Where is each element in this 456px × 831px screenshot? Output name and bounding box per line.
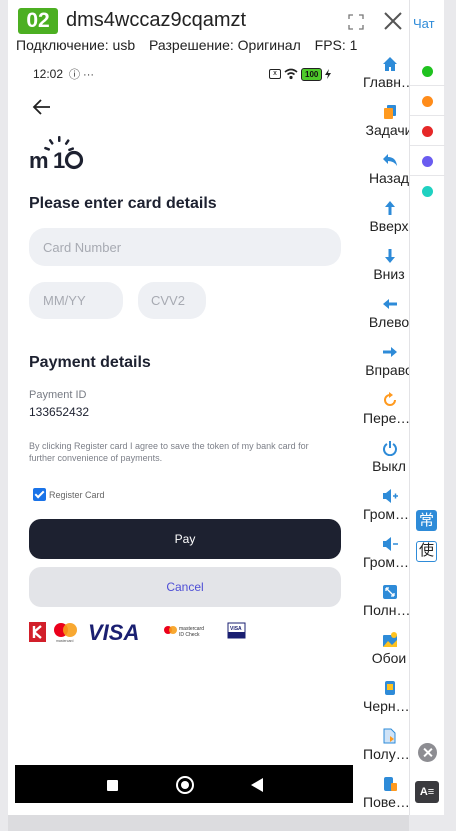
device-window: 02 dms4wccaz9cqamzt Подключение: usb Раз… [8,0,415,815]
payment-brand-logos: mastercard VISA mastercard ID Check VISA [29,620,246,644]
cvv-input[interactable]: CVV2 [138,282,206,319]
sim-icon: x [269,69,281,79]
connection-type: Подключение: usb [16,37,136,53]
status-time: 12:02 [33,67,64,81]
visa-logo: VISA [88,620,139,644]
register-card-checkbox[interactable] [33,488,46,501]
chat-tab[interactable]: Чат [413,16,435,31]
green-dot-icon [422,66,433,77]
ime-switch-icon[interactable]: 常 [416,510,437,531]
black-screen-icon [385,681,395,695]
group-row-teal[interactable] [410,177,445,206]
svg-text:VISA: VISA [230,626,242,632]
home-icon [383,57,397,71]
back-arrow-icon[interactable] [31,96,53,118]
svg-text:m: m [29,148,49,170]
svg-text:mastercard: mastercard [56,639,74,643]
card-number-input[interactable]: Card Number [29,228,341,266]
register-card-checkbox-row[interactable]: Register Card [33,488,105,501]
group-row-red[interactable] [410,117,445,146]
power-icon [383,441,397,456]
payment-details-heading: Payment details [29,354,151,371]
status-notification-icons: ⓘ ··· [69,69,95,81]
phone-status-bar: 12:02 ⓘ ··· x 100 [15,58,353,90]
volume-down-icon [383,537,398,551]
arrow-left-icon [383,299,397,309]
group-row-orange[interactable] [410,87,445,116]
purple-dot-icon [422,156,433,167]
resolution-mode: Разрешение: Оригинал [149,37,301,53]
arrow-up-icon [385,201,395,215]
consent-text: By clicking Register card I agree to sav… [29,441,309,463]
phone-screen: 12:02 ⓘ ··· x 100 m 1 Please enter card … [15,58,353,803]
font-settings-icon[interactable]: A≡ [415,781,439,803]
svg-text:1: 1 [53,148,65,170]
fullscreen-icon [383,585,397,599]
get-file-icon [383,728,396,744]
mastercard-id-check-icon: mastercard ID Check [164,626,204,638]
recents-icon[interactable] [107,780,118,791]
register-card-label: Register Card [49,489,105,500]
card-details-heading: Please enter card details [29,195,217,212]
group-row-purple[interactable] [410,147,445,176]
close-icon[interactable] [382,10,404,32]
back-nav-icon[interactable] [251,778,263,792]
payment-id-value: 133652432 [29,405,90,419]
device-id-title: dms4wccaz9cqamzt [66,9,247,31]
pay-button[interactable]: Pay [29,519,341,559]
visa-secure-icon: VISA [227,622,246,639]
red-dot-icon [422,126,433,137]
home-nav-icon[interactable] [176,776,194,794]
wifi-icon [284,68,298,80]
arrow-down-icon [385,249,395,263]
cancel-button[interactable]: Cancel [29,567,341,607]
group-row-green[interactable] [410,57,445,86]
m10-logo: m 1 [29,136,84,170]
connection-status: Подключение: usb Разрешение: Оригинал FP… [16,37,367,53]
kapital-logo-icon [29,622,46,642]
arrow-right-icon [383,347,397,357]
restart-icon [384,392,396,406]
device-number-badge: 02 [18,8,58,34]
android-nav-bar [15,765,353,803]
ime-mode-icon[interactable]: 使 [416,541,437,562]
status-right-icons: x 100 [269,67,332,81]
close-circle-icon[interactable] [418,743,437,762]
fps-counter: FPS: 1 [314,37,358,53]
payment-id-label: Payment ID [29,389,87,401]
expiry-input[interactable]: MM/YY [29,282,123,319]
svg-text:ID Check: ID Check [179,632,200,638]
window-bottom-shadow [8,815,409,831]
battery-icon: 100 [301,67,323,81]
mastercard-logo-icon: mastercard [54,623,77,643]
tasks-icon [384,105,396,119]
charging-icon [325,69,332,79]
right-panel: Чат 常 使 A≡ [409,0,445,815]
orange-dot-icon [422,96,433,107]
wallpaper-icon [383,632,397,647]
back-icon [383,154,397,166]
window-header: 02 dms4wccaz9cqamzt Подключение: usb Раз… [8,0,409,58]
expand-icon[interactable] [348,14,364,30]
volume-up-icon [383,489,398,503]
teal-dot-icon [422,186,433,197]
rotate-icon [384,777,397,791]
